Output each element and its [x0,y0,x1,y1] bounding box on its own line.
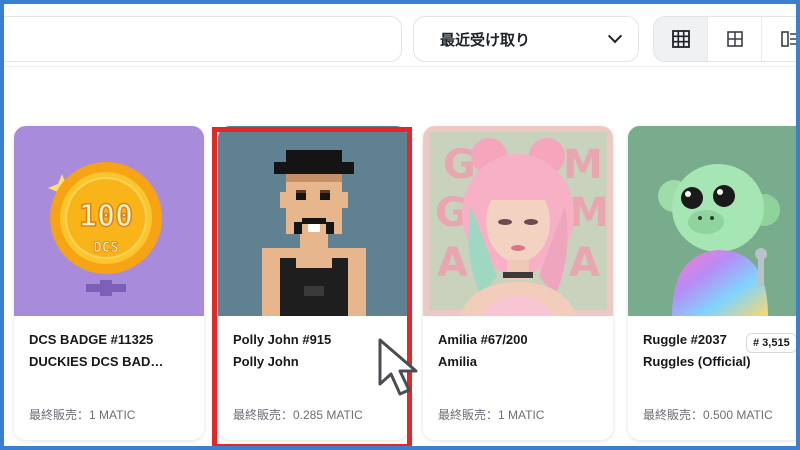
app-frame: 最近受け取り 100 DCS DCS BADGE #11325 DUCKIES … [0,0,800,450]
art-letter: M [563,142,603,188]
rarity-rank-badge: # 3,515 [746,333,796,353]
grid-small-icon [726,31,743,47]
nft-card[interactable]: 100 DCS DCS BADGE #11325 DUCKIES DCS BAD… [14,126,204,440]
coin-badge-art: 100 DCS [48,162,162,296]
nft-collection: Amilia [438,354,478,369]
chevron-down-icon [607,29,623,44]
nft-collection: DUCKIES DCS BAD… [29,354,164,369]
nft-title: Amilia #67/200 [438,332,528,347]
nft-image: G M G M A A [423,126,613,316]
nft-title: Polly John #915 [233,332,332,347]
list-view-button[interactable] [762,17,796,61]
art-letter: A [437,240,468,286]
view-toggle-group [653,16,796,62]
grid-small-view-button[interactable] [708,17,762,61]
coin-text: 100 [79,199,133,234]
art-letter: G [443,142,476,188]
grid-large-icon [671,30,690,48]
nft-card[interactable]: Ruggle #2037 # 3,515 Ruggles (Official) … [628,126,796,440]
nft-last-sale: 最終販売：0.285 MATIC [233,408,363,422]
nft-image: 100 DCS [14,126,204,316]
sort-dropdown[interactable]: 最近受け取り [413,16,639,62]
amilia-portrait-art: G M G M A A [429,132,609,316]
toolbar-divider [4,66,796,67]
pixel-character-art [262,150,366,316]
nft-last-sale: 最終販売：1 MATIC [438,408,545,422]
art-letter: M [569,190,609,236]
art-letter: A [569,240,600,286]
sort-label: 最近受け取り [440,31,531,49]
nft-last-sale: 最終販売：0.500 MATIC [643,408,773,422]
nft-collection: Polly John [233,354,299,369]
nft-card[interactable]: G M G M A A Amilia #67/200 Amilia 最終販売：1… [423,126,613,440]
mouse-cursor-icon [378,338,418,396]
nft-image [218,126,408,316]
list-view-icon [780,31,796,47]
coin-sub-text: DCS [93,240,118,256]
nft-collection: Ruggles (Official) [643,354,751,369]
search-input[interactable] [4,16,402,62]
nft-last-sale: 最終販売：1 MATIC [29,408,136,422]
nft-title: DCS BADGE #11325 [29,332,154,347]
nft-title: Ruggle #2037 [643,332,727,347]
ruggle-3d-art [628,126,796,316]
nft-image [628,126,796,316]
grid-large-view-button[interactable] [654,17,708,61]
